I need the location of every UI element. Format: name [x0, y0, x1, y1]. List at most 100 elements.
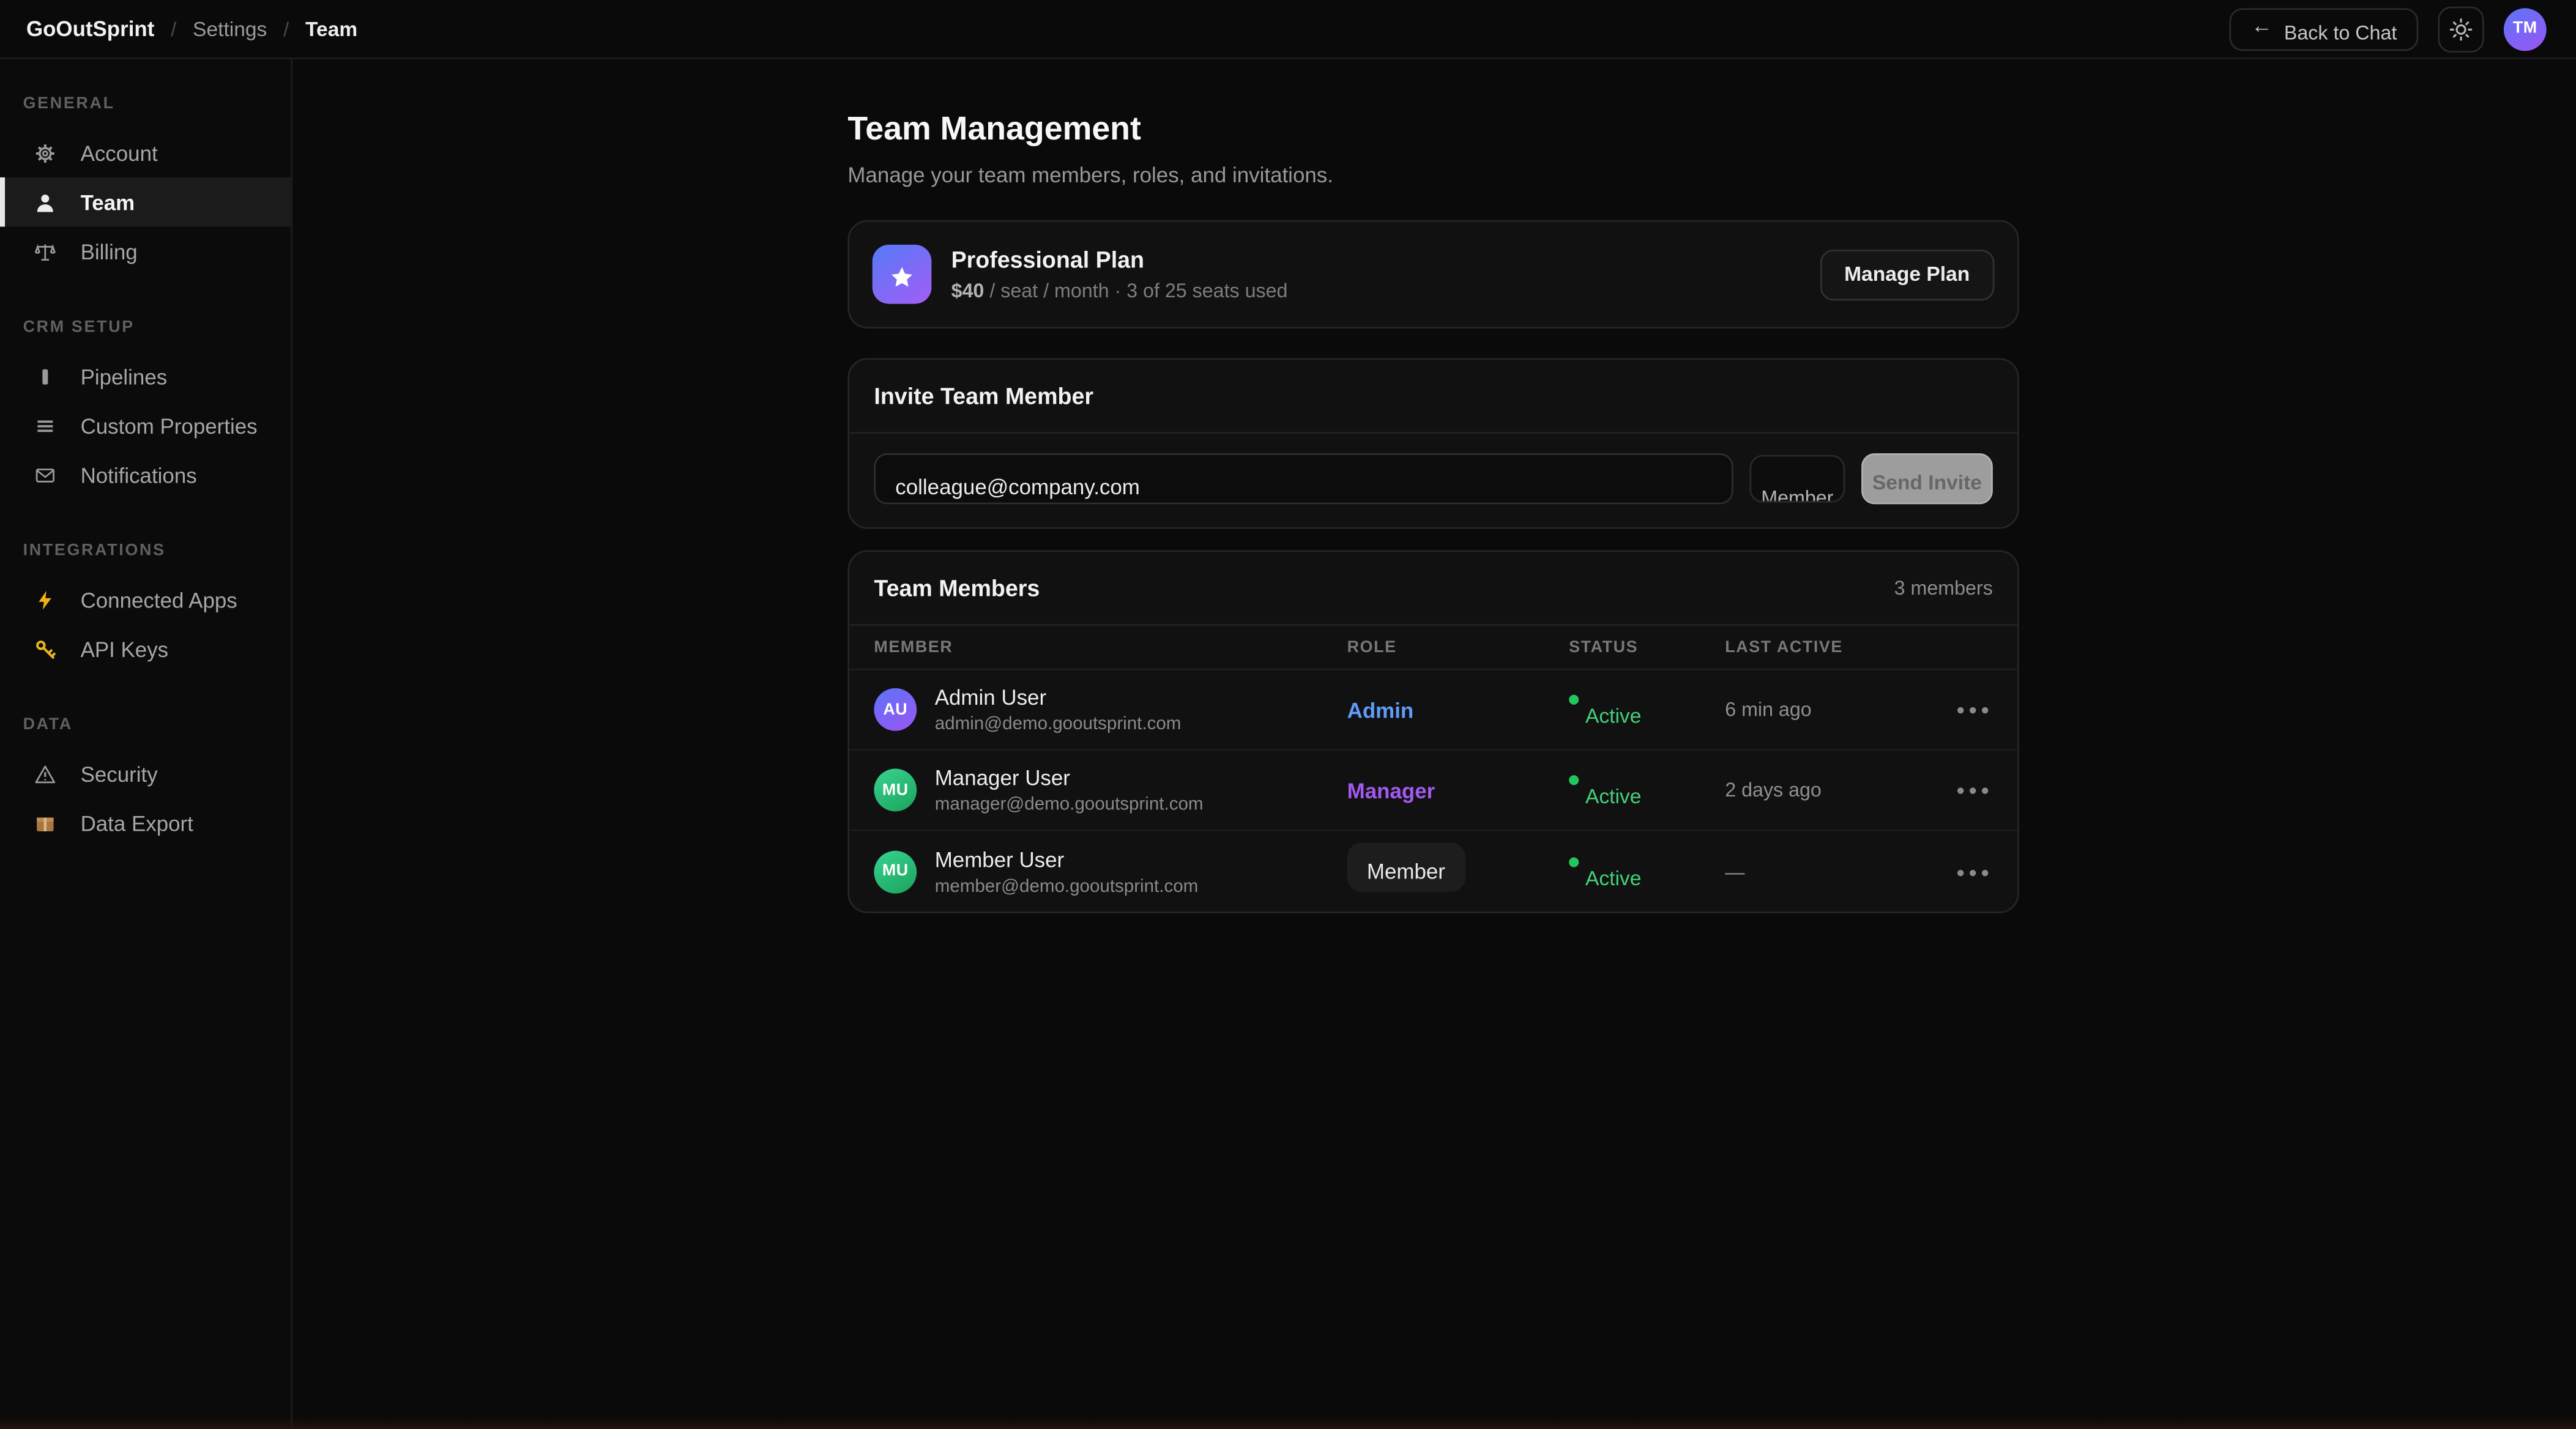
invite-form: Member Send Invite	[849, 434, 2017, 527]
sidebar-section-crm-setup: CRM SETUP Pipelines Custom Properties	[0, 302, 291, 499]
table-row: AU Admin User admin@demo.gooutsprint.com…	[849, 670, 2017, 751]
sidebar-item-label: Pipelines	[81, 364, 168, 388]
row-more-menu-icon[interactable]: ●●●	[1956, 782, 1993, 798]
star-icon	[889, 261, 915, 288]
column-header-role: Role	[1347, 638, 1569, 656]
page-subtitle: Manage your team members, roles, and inv…	[847, 163, 2019, 187]
invite-card: Invite Team Member Member Send Invite	[847, 358, 2019, 529]
sidebar-item-team[interactable]: Team	[0, 177, 291, 227]
breadcrumb: GoOutSprint / Settings / Team	[26, 17, 357, 41]
member-email: admin@demo.gooutsprint.com	[935, 714, 1182, 734]
member-avatar: MU	[874, 850, 917, 893]
member-cell: MU Member User member@demo.gooutsprint.c…	[874, 847, 1347, 896]
member-name: Member User	[935, 847, 1199, 871]
sidebar-item-label: Notifications	[81, 462, 197, 487]
sidebar-item-label: Account	[81, 141, 158, 165]
row-more-menu-icon[interactable]: ●●●	[1956, 701, 1993, 718]
sidebar-section-integrations: INTEGRATIONS Connected Apps API Keys	[0, 525, 291, 674]
status-dot-icon	[1569, 775, 1579, 785]
member-name: Admin User	[935, 685, 1182, 710]
member-last-active: —	[1725, 860, 1905, 883]
app-window: GoOutSprint / Settings / Team ← Back to …	[0, 0, 2576, 1429]
sidebar-item-label: Billing	[81, 239, 138, 264]
column-header-status: Status	[1569, 638, 1725, 656]
sidebar-section-general: GENERAL Account	[0, 79, 291, 276]
status-label: Active	[1585, 866, 1641, 889]
section-title-crm-setup: CRM SETUP	[0, 302, 291, 352]
invite-email-input[interactable]	[874, 453, 1733, 504]
sidebar-item-data-export[interactable]: Data Export	[0, 798, 291, 848]
sidebar-item-label: Team	[81, 190, 135, 214]
invite-title: Invite Team Member	[874, 383, 1093, 409]
table-row: MU Manager User manager@demo.gooutsprint…	[849, 751, 2017, 831]
gear-icon	[33, 142, 58, 163]
role-select-value: Member	[1751, 486, 1843, 503]
plan-price-line: $40 / seat / month · 3 of 25 seats used	[951, 279, 1288, 302]
plan-price: $40	[951, 279, 985, 302]
plan-info: Professional Plan $40 / seat / month · 3…	[951, 247, 1288, 302]
sidebar-item-custom-properties[interactable]: Custom Properties	[0, 401, 291, 450]
column-header-last-active: Last Active	[1725, 638, 1905, 656]
column-header-member: Member	[874, 638, 1347, 656]
sidebar-item-label: Custom Properties	[81, 413, 258, 437]
pipeline-bar-icon	[33, 365, 58, 387]
manage-plan-button[interactable]: Manage Plan	[1820, 249, 1995, 300]
sidebar-item-pipelines[interactable]: Pipelines	[0, 352, 291, 401]
team-members-card: Team Members 3 members Member Role Statu…	[847, 550, 2019, 913]
mail-icon	[33, 464, 58, 485]
team-members-title: Team Members	[874, 575, 1040, 601]
sidebar-item-security[interactable]: Security	[0, 749, 291, 798]
member-role: Admin	[1347, 697, 1569, 722]
topbar-actions: ← Back to Chat TM	[2230, 6, 2546, 51]
key-icon	[33, 638, 58, 659]
member-status: Active	[1569, 772, 1725, 808]
member-last-active: 6 min ago	[1725, 698, 1905, 721]
sidebar-item-label: API Keys	[81, 636, 169, 661]
list-icon	[33, 415, 58, 436]
member-avatar: MU	[874, 769, 917, 812]
sidebar-item-api-keys[interactable]: API Keys	[0, 624, 291, 674]
package-icon	[33, 812, 58, 834]
sidebar-item-label: Data Export	[81, 811, 193, 835]
page-title: Team Management	[847, 112, 2019, 150]
status-label: Active	[1585, 705, 1641, 728]
sidebar-item-billing[interactable]: Billing	[0, 227, 291, 277]
topbar: GoOutSprint / Settings / Team ← Back to …	[0, 0, 2576, 59]
sidebar-item-connected-apps[interactable]: Connected Apps	[0, 575, 291, 625]
lightning-icon	[33, 589, 58, 611]
send-invite-button[interactable]: Send Invite	[1861, 453, 1993, 504]
person-icon	[33, 191, 58, 213]
member-last-active: 2 days ago	[1725, 779, 1905, 802]
member-email: manager@demo.gooutsprint.com	[935, 795, 1204, 815]
status-dot-icon	[1569, 695, 1579, 705]
invite-role-select[interactable]: Member	[1749, 455, 1845, 503]
breadcrumb-separator: /	[171, 17, 176, 40]
brand-logo[interactable]: GoOutSprint	[26, 17, 154, 41]
arrow-left-icon: ←	[2251, 13, 2273, 37]
sidebar-item-label: Connected Apps	[81, 587, 237, 612]
section-title-general: GENERAL	[0, 79, 291, 128]
settings-sidebar: GENERAL Account	[0, 59, 292, 1429]
member-email: member@demo.gooutsprint.com	[935, 876, 1199, 896]
breadcrumb-separator: /	[283, 17, 289, 40]
member-cell: MU Manager User manager@demo.gooutsprint…	[874, 765, 1347, 815]
sidebar-item-account[interactable]: Account	[0, 128, 291, 177]
member-role-select[interactable]: Member	[1347, 842, 1465, 892]
breadcrumb-settings[interactable]: Settings	[193, 17, 267, 40]
member-cell: AU Admin User admin@demo.gooutsprint.com	[874, 685, 1347, 735]
back-to-chat-button[interactable]: ← Back to Chat	[2230, 7, 2418, 50]
member-status: Active	[1569, 691, 1725, 727]
plan-price-suffix: / seat / month · 3 of 25 seats used	[984, 279, 1287, 302]
table-header-row: Member Role Status Last Active	[849, 626, 2017, 670]
theme-toggle-button[interactable]	[2438, 6, 2484, 51]
sidebar-section-data: DATA Security	[0, 700, 291, 848]
member-status: Active	[1569, 853, 1725, 889]
member-name: Manager User	[935, 765, 1204, 790]
user-avatar[interactable]: TM	[2504, 7, 2547, 50]
plan-badge	[873, 245, 932, 304]
table-row: MU Member User member@demo.gooutsprint.c…	[849, 831, 2017, 912]
row-more-menu-icon[interactable]: ●●●	[1956, 863, 1993, 880]
sidebar-item-notifications[interactable]: Notifications	[0, 450, 291, 500]
scales-icon	[33, 240, 58, 262]
plan-card: Professional Plan $40 / seat / month · 3…	[847, 220, 2019, 328]
